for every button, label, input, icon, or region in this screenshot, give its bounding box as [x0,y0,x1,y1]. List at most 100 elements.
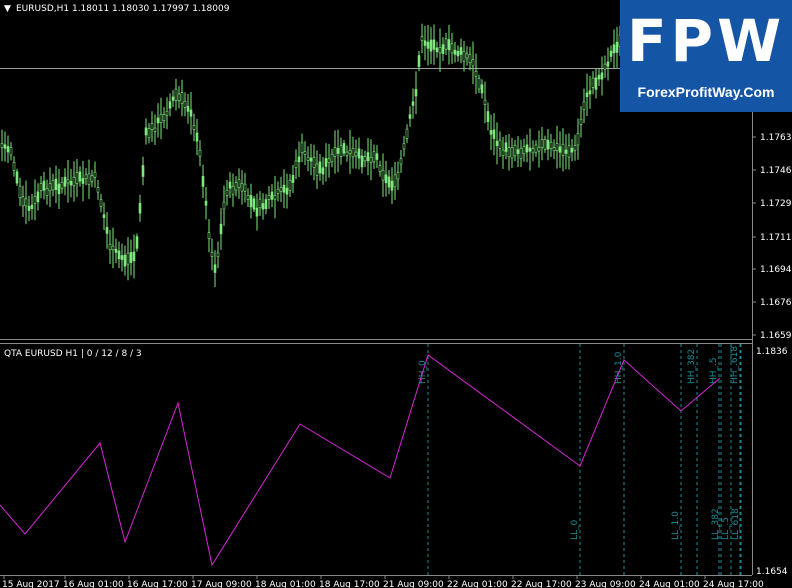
candle-body [78,171,82,182]
candle-body [555,143,559,151]
candle-body [24,198,28,207]
candle-body [183,100,187,108]
candle-body [600,72,604,80]
candle-body [63,176,67,187]
candle-body [369,156,373,163]
candle-body [42,180,46,191]
candle-body [453,49,457,55]
candle-body [219,223,223,235]
candle-body [288,180,292,191]
candle-body [558,146,562,153]
candle-body [147,128,151,139]
candle-body [267,195,271,200]
level-label: HH_1.0 [614,351,624,384]
candle-body [180,92,184,104]
candle-body [492,129,496,139]
candle-body [447,39,451,51]
candle-body [207,232,211,239]
candle-body [552,147,556,152]
candle-body [252,198,256,210]
candle-body [489,130,493,135]
candle-body [3,144,7,149]
candle-body [300,142,304,154]
candle-body [258,198,262,209]
candle-body [72,176,76,186]
candle-body [510,147,514,159]
time-tick: 22 Aug 17:00 [511,580,572,588]
candle-body [120,255,124,260]
candle-body [171,96,175,101]
price-tick: 1.16595 [760,331,792,341]
candle-body [606,61,610,67]
candle-body [276,188,280,194]
candle-body [459,47,463,55]
candle-body [279,187,283,192]
time-tick: 24 Aug 01:00 [639,580,700,588]
candle-body [462,50,466,62]
price-tick: 1.17460 [760,166,792,176]
candle-body [51,179,55,191]
candle-body [66,179,70,184]
candle-body [240,183,244,192]
time-tick: 16 Aug 17:00 [127,580,188,588]
candle-body [270,191,274,200]
candle-body [6,146,10,153]
candle-body [201,176,205,187]
candle-body [309,157,313,162]
time-tick: 23 Aug 09:00 [575,580,636,588]
candle-body [540,139,544,148]
candle-body [336,148,340,154]
candle-body [129,252,133,263]
candle-body [405,128,409,139]
candle-body [516,149,520,154]
candle-body [312,157,316,168]
candle-body [9,147,13,156]
candle-body [84,174,88,179]
candle-body [444,38,448,50]
dropdown-arrow-icon[interactable]: ▼ [4,4,11,14]
candle-body [399,158,403,165]
candle-body [306,156,310,161]
time-tick: 22 Aug 01:00 [447,580,508,588]
candle-body [21,196,25,207]
candle-body [513,144,517,157]
price-tick: 1.16940 [760,265,792,275]
time-tick: 16 Aug 01:00 [63,580,124,588]
candle-body [573,145,577,151]
candle-body [609,50,613,57]
logo-mark: FPW [626,7,786,75]
candle-body [408,114,412,119]
price-tick: 1.17115 [760,233,792,243]
candle-body [33,195,37,204]
candle-body [528,147,532,152]
candle-body [432,39,436,50]
candle-body [450,43,454,54]
candle-body [45,188,49,196]
candle-body [414,89,418,97]
candle-body [141,165,145,177]
candle-body [12,162,16,171]
level-label: LL_0 [570,519,580,540]
candle-body [234,182,238,191]
candle-body [501,149,505,157]
indicator-title: QTA EURUSD H1 | 0 / 12 / 8 / 3 [4,349,142,359]
candle-body [378,165,382,172]
time-tick: 24 Aug 17:00 [703,580,764,588]
candle-body [327,158,331,163]
candle-body [390,180,394,191]
candle-body [498,139,502,149]
candle-body [126,252,130,265]
candle-body [612,44,616,54]
time-tick: 15 Aug 2017 [2,580,60,588]
candle-body [303,151,307,155]
candle-body [168,101,172,109]
candle-body [243,183,247,192]
candle-body [102,214,106,219]
candle-body [111,245,115,251]
candle-body [108,243,112,250]
candle-body [564,149,568,154]
price-tick: 1.16765 [760,298,792,308]
candle-body [90,175,94,182]
candle-body [411,101,415,106]
candle-body [441,44,445,54]
